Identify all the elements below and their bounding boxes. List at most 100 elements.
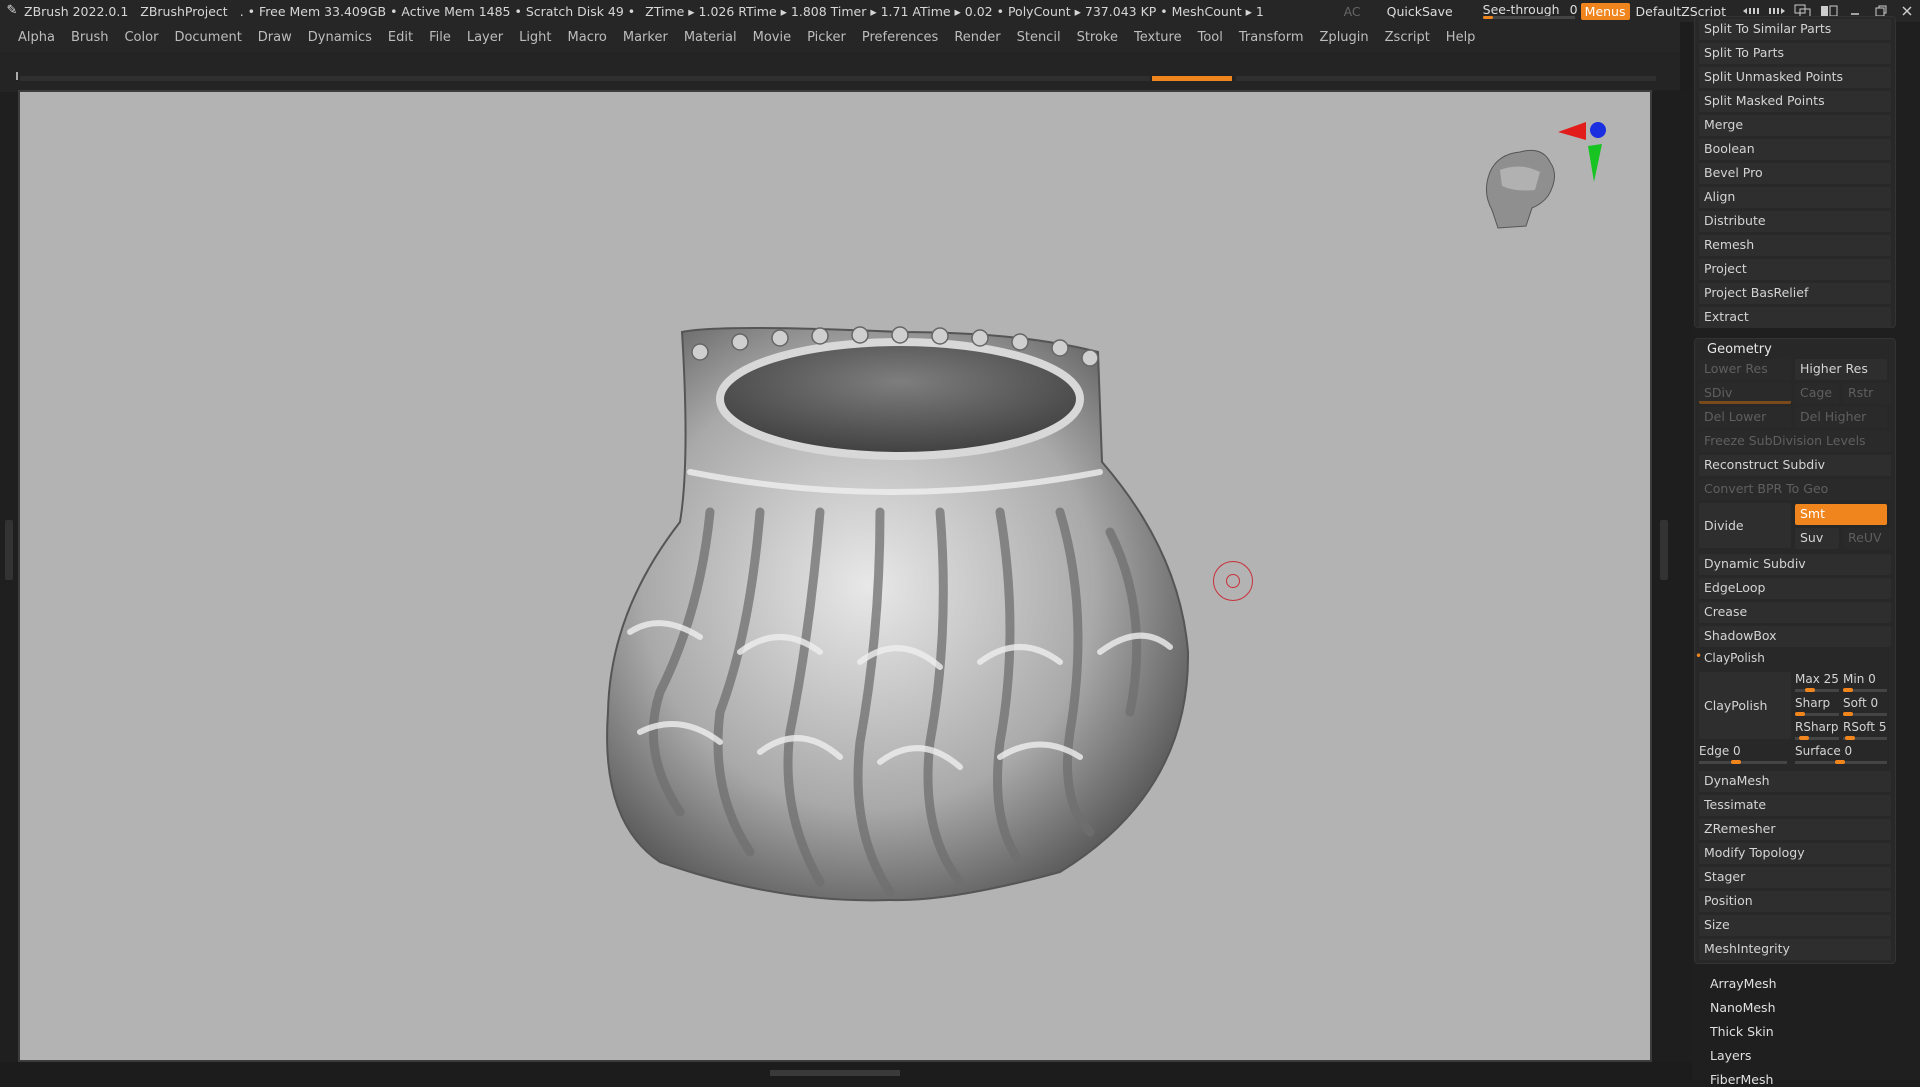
max-slider-knob[interactable] bbox=[1805, 688, 1815, 692]
palette-arraymesh[interactable]: ArrayMesh bbox=[1710, 976, 1777, 991]
menu-stencil[interactable]: Stencil bbox=[1017, 30, 1061, 45]
menu-file[interactable]: File bbox=[429, 30, 451, 45]
sharp-slider-knob[interactable] bbox=[1795, 712, 1805, 716]
geometry-meshintegrity-button[interactable]: MeshIntegrity bbox=[1699, 939, 1891, 960]
claypolish-button[interactable]: ClayPolish bbox=[1699, 672, 1791, 739]
palette-thick-skin[interactable]: Thick Skin bbox=[1710, 1024, 1774, 1039]
menu-stroke[interactable]: Stroke bbox=[1077, 30, 1118, 45]
quicksave-button[interactable]: QuickSave bbox=[1387, 4, 1453, 19]
divide-button[interactable]: Divide bbox=[1699, 503, 1791, 548]
max-slider-label[interactable]: Max 25 bbox=[1795, 672, 1839, 686]
subtool-bevel-pro-button[interactable]: Bevel Pro bbox=[1699, 163, 1891, 184]
navigation-gizmo[interactable] bbox=[1486, 122, 1606, 229]
geometry-header[interactable]: Geometry bbox=[1707, 342, 1772, 357]
bottom-tray-handle[interactable] bbox=[770, 1070, 900, 1076]
ac-label[interactable]: AC bbox=[1344, 4, 1361, 19]
x-axis-icon[interactable] bbox=[1558, 122, 1586, 140]
rsharp-slider-knob[interactable] bbox=[1799, 736, 1809, 740]
subtool-boolean-button[interactable]: Boolean bbox=[1699, 139, 1891, 160]
edgeloop-button[interactable]: EdgeLoop bbox=[1699, 578, 1891, 599]
menu-render[interactable]: Render bbox=[954, 30, 1000, 45]
menu-edit[interactable]: Edit bbox=[388, 30, 413, 45]
min-slider-label[interactable]: Min 0 bbox=[1843, 672, 1876, 686]
sharp-slider-label[interactable]: Sharp bbox=[1795, 696, 1830, 710]
document-canvas[interactable] bbox=[18, 90, 1652, 1062]
soft-slider-knob[interactable] bbox=[1843, 712, 1853, 716]
min-slider-knob[interactable] bbox=[1843, 688, 1853, 692]
sdiv-slider[interactable]: SDiv bbox=[1699, 383, 1791, 404]
geometry-dynamesh-button[interactable]: DynaMesh bbox=[1699, 771, 1891, 792]
menu-color[interactable]: Color bbox=[124, 30, 158, 45]
menu-draw[interactable]: Draw bbox=[258, 30, 292, 45]
geometry-tessimate-button[interactable]: Tessimate bbox=[1699, 795, 1891, 816]
subtool-extract-button[interactable]: Extract bbox=[1699, 307, 1891, 328]
edge-slider-label[interactable]: Edge 0 bbox=[1699, 744, 1741, 758]
menu-transform[interactable]: Transform bbox=[1239, 30, 1304, 45]
del-higher-button[interactable]: Del Higher bbox=[1795, 407, 1887, 428]
subtool-project-basrelief-button[interactable]: Project BasRelief bbox=[1699, 283, 1891, 304]
rsoft-slider-knob[interactable] bbox=[1845, 736, 1855, 740]
menu-tool[interactable]: Tool bbox=[1198, 30, 1223, 45]
right-tray-handle[interactable] bbox=[1660, 520, 1668, 580]
shelf-active-indicator[interactable] bbox=[1152, 76, 1232, 81]
subtool-align-button[interactable]: Align bbox=[1699, 187, 1891, 208]
menu-alpha[interactable]: Alpha bbox=[18, 30, 55, 45]
menu-document[interactable]: Document bbox=[174, 30, 241, 45]
menu-picker[interactable]: Picker bbox=[807, 30, 846, 45]
subtool-split-to-parts-button[interactable]: Split To Parts bbox=[1699, 43, 1891, 64]
surface-slider-knob[interactable] bbox=[1835, 760, 1845, 764]
left-tray-handle[interactable] bbox=[5, 520, 13, 580]
convert-bpr-button[interactable]: Convert BPR To Geo bbox=[1699, 479, 1891, 500]
menu-preferences[interactable]: Preferences bbox=[862, 30, 938, 45]
reconstruct-subdiv-button[interactable]: Reconstruct Subdiv bbox=[1699, 455, 1891, 476]
subtool-split-to-similar-parts-button[interactable]: Split To Similar Parts bbox=[1699, 19, 1891, 40]
reuv-toggle[interactable]: ReUV bbox=[1843, 528, 1891, 549]
subtool-split-unmasked-points-button[interactable]: Split Unmasked Points bbox=[1699, 67, 1891, 88]
soft-slider-label[interactable]: Soft 0 bbox=[1843, 696, 1878, 710]
menu-macro[interactable]: Macro bbox=[568, 30, 607, 45]
shadowbox-button[interactable]: ShadowBox bbox=[1699, 626, 1891, 647]
max-slider-track[interactable] bbox=[1795, 689, 1839, 692]
rstr-button[interactable]: Rstr bbox=[1843, 383, 1891, 404]
geometry-size-button[interactable]: Size bbox=[1699, 915, 1891, 936]
cage-button[interactable]: Cage bbox=[1795, 383, 1839, 404]
z-axis-icon[interactable] bbox=[1590, 122, 1606, 138]
crease-button[interactable]: Crease bbox=[1699, 602, 1891, 623]
sculpt-mesh[interactable] bbox=[606, 326, 1190, 902]
geometry-zremesher-button[interactable]: ZRemesher bbox=[1699, 819, 1891, 840]
subtool-remesh-button[interactable]: Remesh bbox=[1699, 235, 1891, 256]
menu-texture[interactable]: Texture bbox=[1134, 30, 1182, 45]
see-through-slider[interactable]: See-through 0 bbox=[1482, 2, 1578, 20]
menu-light[interactable]: Light bbox=[519, 30, 551, 45]
menu-movie[interactable]: Movie bbox=[753, 30, 791, 45]
menu-layer[interactable]: Layer bbox=[467, 30, 503, 45]
dynamic-subdiv-button[interactable]: Dynamic Subdiv bbox=[1699, 554, 1891, 575]
edge-slider-knob[interactable] bbox=[1731, 760, 1741, 764]
edge-slider-track[interactable] bbox=[1699, 761, 1787, 764]
menu-zscript[interactable]: Zscript bbox=[1385, 30, 1430, 45]
close-icon[interactable] bbox=[1896, 3, 1918, 19]
palette-layers[interactable]: Layers bbox=[1710, 1048, 1751, 1063]
menu-help[interactable]: Help bbox=[1446, 30, 1476, 45]
menu-brush[interactable]: Brush bbox=[71, 30, 109, 45]
menu-zplugin[interactable]: Zplugin bbox=[1320, 30, 1369, 45]
see-through-knob[interactable] bbox=[1482, 16, 1493, 19]
rsharp-slider-label[interactable]: RSharp bbox=[1795, 720, 1838, 734]
del-lower-button[interactable]: Del Lower bbox=[1699, 407, 1791, 428]
palette-nanomesh[interactable]: NanoMesh bbox=[1710, 1000, 1776, 1015]
menus-toggle-button[interactable]: Menus bbox=[1580, 2, 1630, 20]
menu-marker[interactable]: Marker bbox=[623, 30, 668, 45]
lower-res-button[interactable]: Lower Res bbox=[1699, 359, 1791, 380]
rsoft-slider-label[interactable]: RSoft 5 bbox=[1843, 720, 1886, 734]
y-axis-icon[interactable] bbox=[1588, 144, 1602, 182]
claypolish-header[interactable]: ClayPolish bbox=[1704, 651, 1765, 665]
subtool-split-masked-points-button[interactable]: Split Masked Points bbox=[1699, 91, 1891, 112]
smt-toggle[interactable]: Smt bbox=[1795, 504, 1887, 525]
menu-material[interactable]: Material bbox=[684, 30, 737, 45]
geometry-position-button[interactable]: Position bbox=[1699, 891, 1891, 912]
geometry-modify-topology-button[interactable]: Modify Topology bbox=[1699, 843, 1891, 864]
subtool-project-button[interactable]: Project bbox=[1699, 259, 1891, 280]
subtool-merge-button[interactable]: Merge bbox=[1699, 115, 1891, 136]
geometry-stager-button[interactable]: Stager bbox=[1699, 867, 1891, 888]
suv-toggle[interactable]: Suv bbox=[1795, 528, 1839, 549]
